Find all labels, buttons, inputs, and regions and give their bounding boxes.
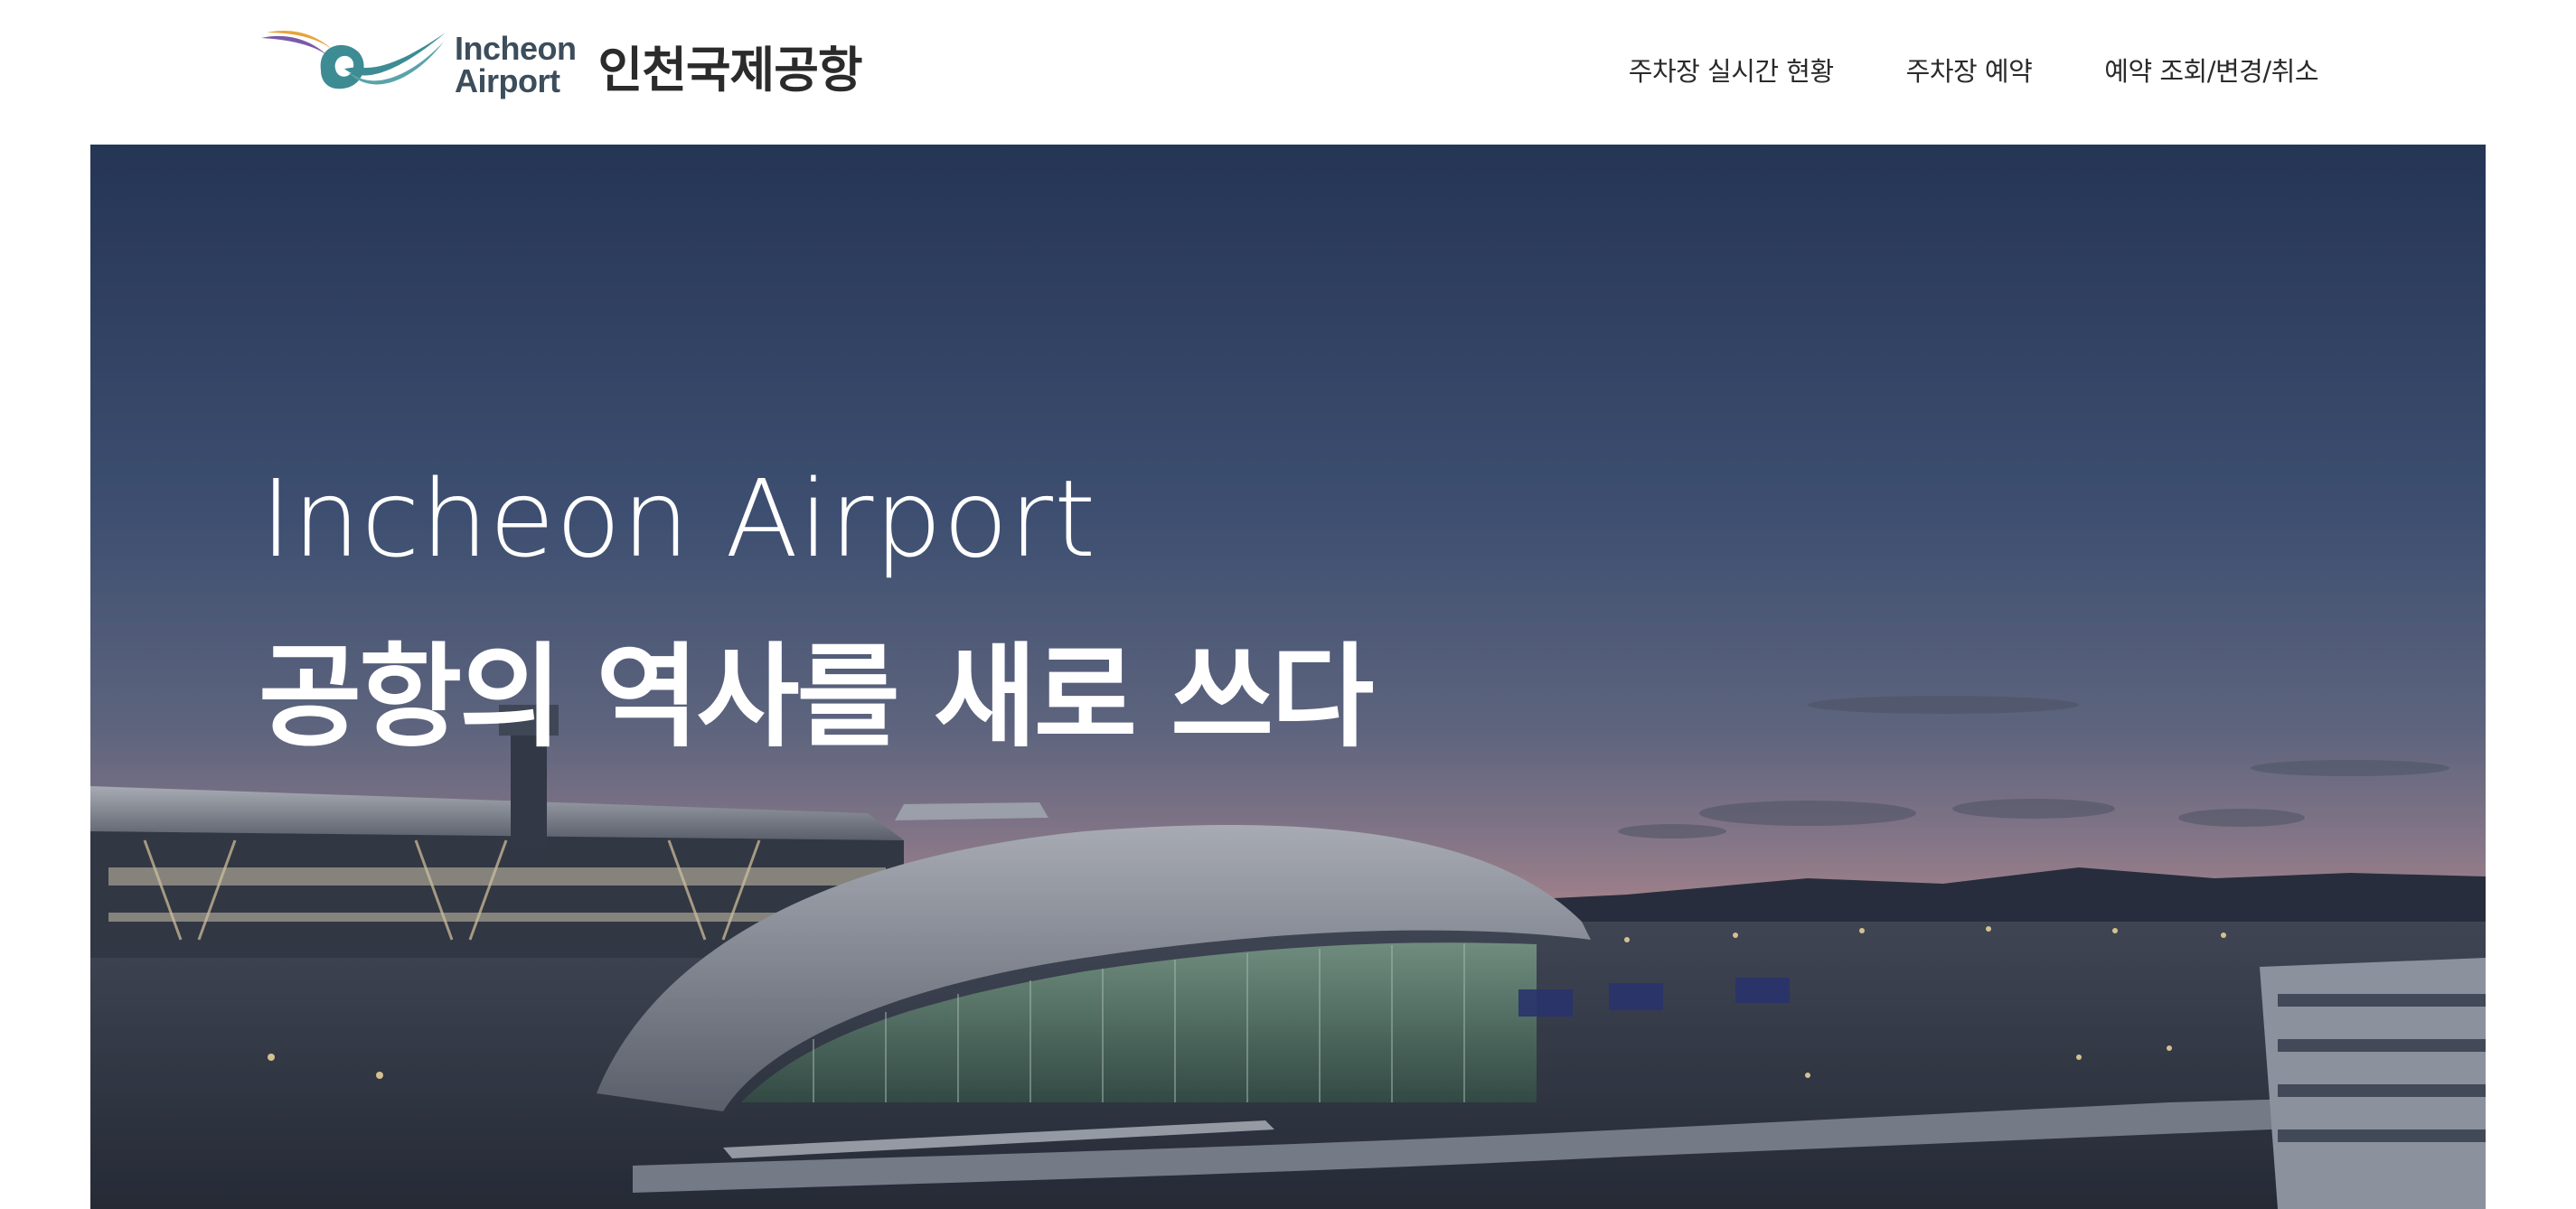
hero-title-korean: 공항의 역사를 새로 쓰다 (259, 633, 1374, 763)
logo-wordmark: Incheon Airport (455, 33, 577, 98)
hero-title-english: Incheon Airport (260, 456, 1097, 581)
logo-wordmark-line1: Incheon (455, 30, 577, 67)
logo-wordmark-line2: Airport (455, 62, 560, 99)
incheon-airport-logo-icon (261, 31, 446, 89)
hero-banner: Incheon Airport 공항의 역사를 새로 쓰다 (90, 145, 2486, 1209)
site-header: Incheon Airport 인천국제공항 주차장 실시간 현황 주차장 예약… (0, 0, 2576, 145)
logo-korean-name: 인천국제공항 (597, 41, 863, 98)
nav-item-parking-reservation[interactable]: 주차장 예약 (1906, 51, 2033, 89)
nav-item-parking-status[interactable]: 주차장 실시간 현황 (1629, 51, 1834, 89)
page: Incheon Airport 인천국제공항 주차장 실시간 현황 주차장 예약… (0, 0, 2576, 1209)
nav-item-reservation-lookup[interactable]: 예약 조회/변경/취소 (2104, 51, 2318, 89)
airport-logo[interactable]: Incheon Airport 인천국제공항 (258, 25, 863, 105)
main-nav: 주차장 실시간 현황 주차장 예약 예약 조회/변경/취소 (1556, 51, 2319, 89)
